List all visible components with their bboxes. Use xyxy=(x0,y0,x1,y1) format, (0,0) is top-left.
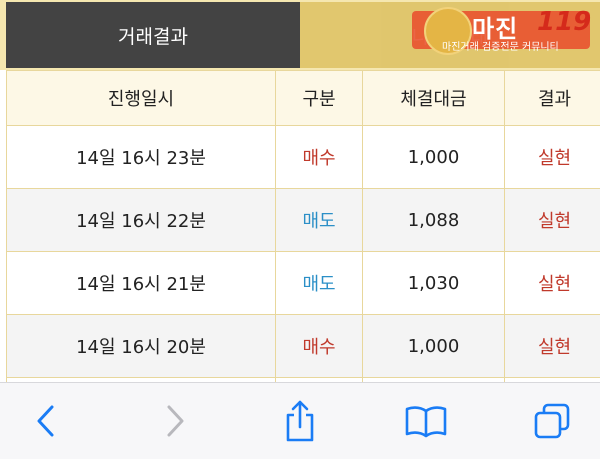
cell-time: 14일 16시 20분 xyxy=(7,315,276,378)
share-button[interactable] xyxy=(276,397,324,445)
tabs-button[interactable] xyxy=(528,397,576,445)
back-button[interactable] xyxy=(22,397,70,445)
table-row: 14일 16시 20분 매수 1,000 실현 xyxy=(7,315,600,378)
bookmarks-button[interactable] xyxy=(402,397,450,445)
back-icon xyxy=(34,404,58,438)
share-icon xyxy=(282,399,318,443)
table-row: 14일 16시 23분 매수 1,000 실현 xyxy=(7,126,600,189)
cell-time: 14일 16시 21분 xyxy=(7,252,276,315)
cell-result: 실현 xyxy=(505,252,600,315)
cell-type: 매도 xyxy=(276,252,363,315)
forward-button[interactable] xyxy=(151,397,199,445)
tabs-icon xyxy=(532,401,572,441)
header-time: 진행일시 xyxy=(7,71,276,126)
header-result: 결과 xyxy=(505,71,600,126)
cell-type: 매수 xyxy=(276,315,363,378)
table-header-row: 진행일시 구분 체결대금 결과 xyxy=(7,71,600,126)
cell-amount: 1,000 xyxy=(363,126,505,189)
cell-time: 14일 16시 22분 xyxy=(7,189,276,252)
watermark-number: 119 xyxy=(537,7,591,37)
cell-amount: 1,000 xyxy=(363,315,505,378)
header-type: 구분 xyxy=(276,71,363,126)
cell-amount: 1,088 xyxy=(363,189,505,252)
bookmarks-icon xyxy=(404,404,448,438)
watermark-tagline: 마진거래 검증전문 커뮤니티 xyxy=(442,38,559,53)
watermark-logo: 마진 119 마진거래 검증전문 커뮤니티 xyxy=(404,5,594,53)
cell-amount: 1,030 xyxy=(363,252,505,315)
cell-type: 매도 xyxy=(276,189,363,252)
table-row: 14일 16시 21분 매도 1,030 실현 xyxy=(7,252,600,315)
forward-icon xyxy=(163,404,187,438)
cell-result: 실현 xyxy=(505,315,600,378)
cell-result: 실현 xyxy=(505,189,600,252)
table-row: 14일 16시 22분 매도 1,088 실현 xyxy=(7,189,600,252)
browser-toolbar xyxy=(0,382,600,459)
cell-type: 매수 xyxy=(276,126,363,189)
tab-trade-results[interactable]: 거래결과 xyxy=(6,2,300,68)
header-amount: 체결대금 xyxy=(363,71,505,126)
cell-time: 14일 16시 23분 xyxy=(7,126,276,189)
cell-result: 실현 xyxy=(505,126,600,189)
